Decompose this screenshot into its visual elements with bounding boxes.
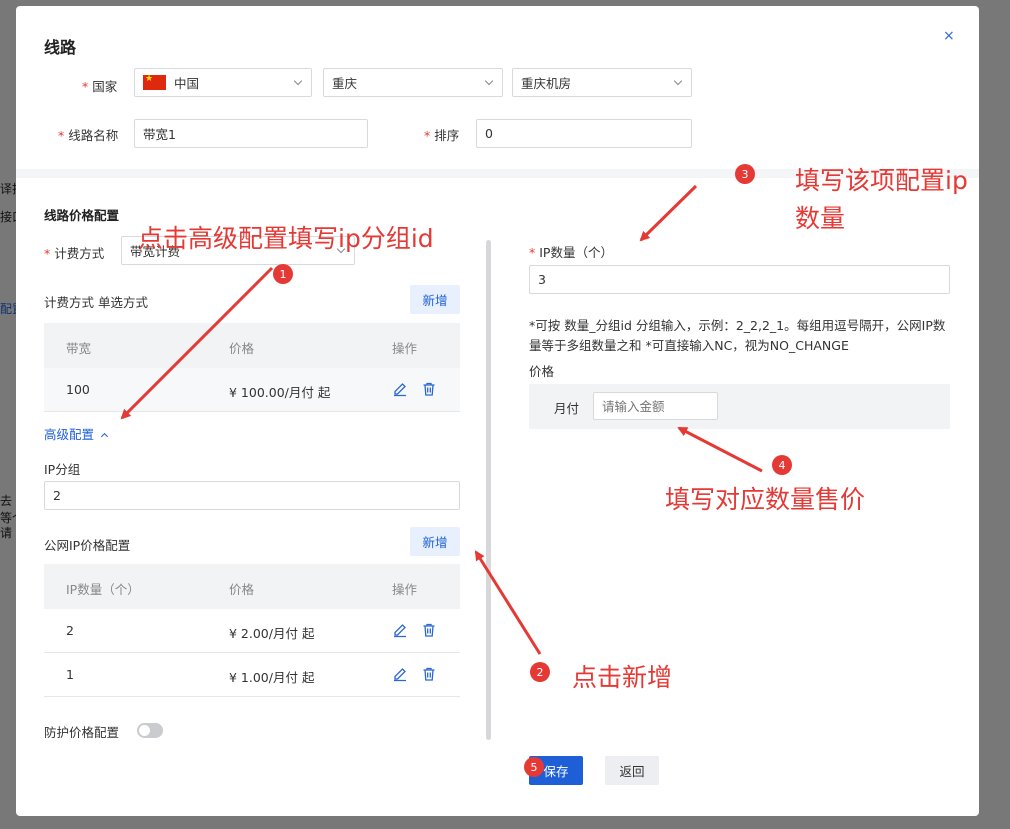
column-header: 带宽: [66, 341, 92, 356]
annotation-badge-4: 4: [772, 455, 792, 475]
edit-icon[interactable]: [392, 666, 408, 682]
line-name-input[interactable]: 带宽1: [134, 119, 368, 148]
protection-label: 防护价格配置: [44, 725, 120, 740]
dialog-title: 线路: [44, 38, 77, 57]
country-label: * 国家: [82, 79, 118, 94]
column-header: IP数量（个）: [66, 582, 140, 597]
ip-group-label: IP分组: [44, 462, 81, 477]
column-header: 价格: [229, 582, 255, 597]
price-label: 价格: [529, 364, 555, 379]
annotation-text-3a: 填写该项配置ip: [795, 166, 968, 195]
delete-icon[interactable]: [421, 381, 437, 397]
ip-group-input[interactable]: 2: [44, 481, 460, 510]
close-icon[interactable]: ×: [943, 28, 955, 44]
add-ip-price-button[interactable]: 新增: [410, 527, 460, 556]
line-name-label: * 线路名称: [58, 128, 119, 143]
sort-label: * 排序: [424, 128, 460, 143]
datacenter-select[interactable]: 重庆机房: [512, 68, 692, 97]
country-value: 中国: [174, 76, 200, 91]
price-cell: ¥ 2.00/月付 起: [229, 626, 315, 641]
country-select[interactable]: ★ 中国: [134, 68, 312, 97]
region-select[interactable]: 重庆: [323, 68, 503, 97]
billing-method-title: 计费方式 单选方式: [44, 295, 148, 310]
region-value: 重庆: [332, 76, 358, 91]
ip-table-header: IP数量（个） 价格 操作: [44, 564, 460, 609]
edit-icon[interactable]: [392, 381, 408, 397]
annotation-badge-2: 2: [530, 662, 550, 682]
ip-count-label: * IP数量（个）: [529, 245, 613, 260]
price-cell: ¥ 100.00/月付 起: [229, 385, 331, 400]
ip-count-cell: 1: [66, 667, 74, 682]
chevron-down-icon: [673, 76, 683, 86]
annotation-badge-3: 3: [735, 164, 755, 184]
delete-icon[interactable]: [421, 666, 437, 682]
ip-count-input[interactable]: 3: [529, 265, 950, 294]
add-bandwidth-button[interactable]: 新增: [410, 285, 460, 314]
price-cell: ¥ 1.00/月付 起: [229, 670, 315, 685]
column-header: 价格: [229, 341, 255, 356]
ip-count-hint: *可按 数量_分组id 分组输入，示例：2_2,2_1。每组用逗号隔开，公网IP…: [529, 318, 946, 353]
delete-icon[interactable]: [421, 622, 437, 638]
column-header: 操作: [392, 341, 418, 356]
price-section-title: 线路价格配置: [44, 208, 120, 223]
annotation-badge-5: 5: [524, 757, 544, 777]
scrollbar[interactable]: [486, 240, 491, 740]
annotation-text-2: 点击新增: [572, 663, 673, 692]
annotation-text-1: 点击高级配置填写ip分组id: [138, 224, 434, 253]
chevron-down-icon: [484, 76, 494, 86]
edit-icon[interactable]: [392, 622, 408, 638]
chevron-down-icon: [293, 76, 303, 86]
column-header: 操作: [392, 582, 418, 597]
billing-label: * 计费方式: [44, 246, 105, 261]
sort-input[interactable]: 0: [476, 119, 692, 148]
table-row: 2 ¥ 2.00/月付 起: [44, 609, 460, 653]
advanced-config-link[interactable]: 高级配置: [44, 424, 109, 443]
table-row: 1 ¥ 1.00/月付 起: [44, 653, 460, 697]
monthly-price-input[interactable]: [593, 392, 718, 420]
monthly-label: 月付: [554, 401, 580, 416]
bandwidth-table-header: 带宽 价格 操作: [44, 323, 460, 368]
line-dialog: 线路 × * 国家 ★ 中国 重庆 重庆机房 * 线路名称 带宽1 * 排序 0 线路…: [16, 6, 979, 816]
annotation-text-3b: 数量: [795, 204, 846, 233]
public-ip-title: 公网IP价格配置: [44, 538, 131, 553]
china-flag-icon: ★: [143, 74, 166, 90]
annotation-text-4: 填写对应数量售价: [665, 485, 866, 514]
ip-count-cell: 2: [66, 623, 74, 638]
back-button[interactable]: 返回: [605, 756, 659, 785]
table-row: 100 ¥ 100.00/月付 起: [44, 368, 460, 412]
bandwidth-cell: 100: [66, 382, 90, 397]
chevron-up-icon: [100, 432, 109, 441]
price-box: 月付: [529, 384, 950, 429]
protection-toggle[interactable]: [137, 723, 163, 738]
datacenter-value: 重庆机房: [521, 76, 572, 91]
annotation-badge-1: 1: [273, 264, 293, 284]
